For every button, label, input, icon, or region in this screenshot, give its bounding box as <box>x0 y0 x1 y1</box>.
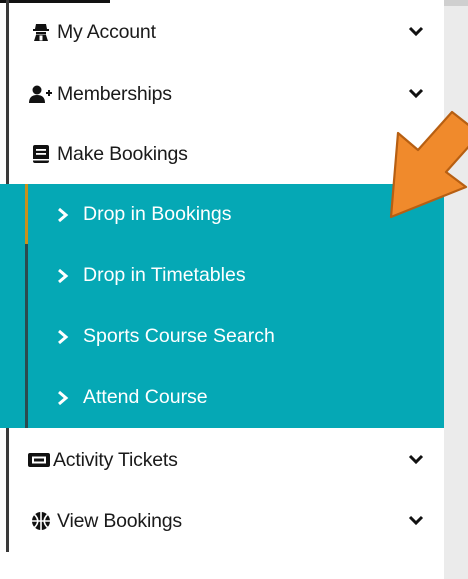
submenu-item-drop-in-timetables[interactable]: Drop in Timetables <box>28 245 444 306</box>
chevron-down-icon[interactable] <box>404 448 428 472</box>
chevron-right-icon <box>54 328 72 346</box>
chevron-down-icon[interactable] <box>404 509 428 533</box>
chevron-down-icon[interactable] <box>404 142 428 166</box>
user-plus-icon <box>29 82 53 106</box>
make-bookings-submenu: Drop in Bookings Drop in Timetables Spor… <box>0 184 444 428</box>
chevron-right-icon <box>54 206 72 224</box>
chevron-right-icon <box>54 267 72 285</box>
menu-item-label: My Account <box>57 20 156 43</box>
submenu-item-attend-course[interactable]: Attend Course <box>28 367 444 428</box>
content-area-cap <box>444 0 468 6</box>
submenu-item-label: Sports Course Search <box>83 325 275 347</box>
menu-item-label: Activity Tickets <box>53 448 178 471</box>
menu-item-activity-tickets[interactable]: Activity Tickets <box>9 430 444 490</box>
chevron-down-icon[interactable] <box>404 20 428 44</box>
content-area-edge <box>444 0 468 579</box>
menu-item-my-account[interactable]: My Account <box>9 2 444 62</box>
menu-item-view-bookings[interactable]: View Bookings <box>9 491 444 551</box>
submenu-item-label: Drop in Bookings <box>83 203 232 225</box>
menu-item-label: Make Bookings <box>57 142 188 165</box>
book-icon <box>29 142 53 166</box>
menu-item-label: View Bookings <box>57 509 182 532</box>
ticket-icon <box>27 448 51 472</box>
chevron-down-icon[interactable] <box>404 82 428 106</box>
menu-item-make-bookings[interactable]: Make Bookings <box>9 124 444 184</box>
chevron-right-icon <box>54 389 72 407</box>
submenu-item-label: Attend Course <box>83 386 208 408</box>
submenu-item-label: Drop in Timetables <box>83 264 246 286</box>
menu-item-memberships[interactable]: Memberships <box>9 64 444 124</box>
menu-item-label: Memberships <box>57 82 172 105</box>
basketball-icon <box>29 509 53 533</box>
submenu-item-drop-in-bookings[interactable]: Drop in Bookings <box>28 184 444 245</box>
user-secret-icon <box>29 20 53 44</box>
submenu-item-sports-course-search[interactable]: Sports Course Search <box>28 306 444 367</box>
